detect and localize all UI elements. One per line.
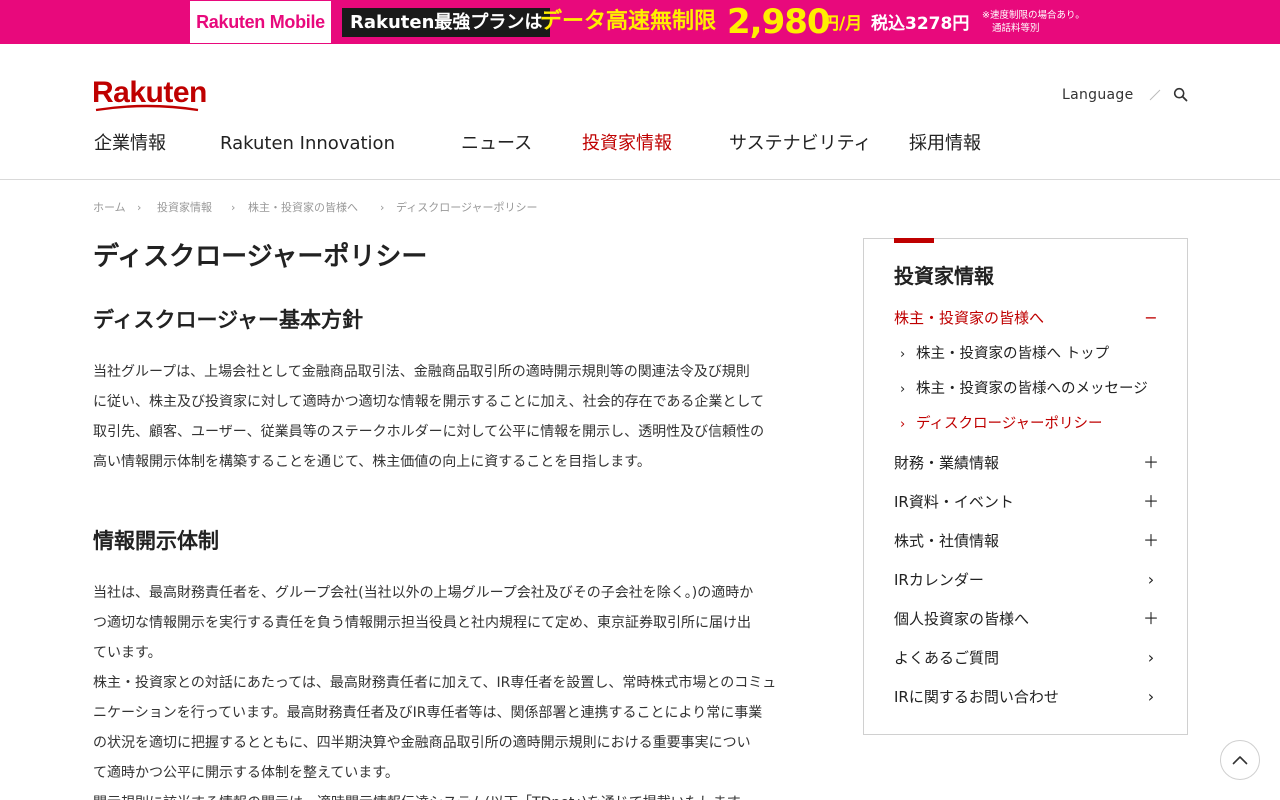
sidebar-nav: 投資家情報 株主・投資家の皆様へ − › 株主・投資家の皆様へ トップ › 株主・投… [863, 238, 1188, 735]
sidebar-subitem-label: ディスクロージャーポリシー [916, 416, 1103, 432]
chevron-right-icon: › [900, 382, 906, 397]
sidebar-subitem-label: 株主・投資家の皆様へ トップ [916, 346, 1110, 362]
sidebar-title[interactable]: 投資家情報 [894, 259, 994, 293]
paragraph-line: 開示規則に該当する情報の開示は、適時開示情報伝達システム(以下「TDnet」)を… [93, 788, 803, 800]
sidebar-item-financials[interactable]: 財務・業績情報 ＋ [894, 451, 1159, 475]
search-icon[interactable] [1173, 87, 1188, 102]
paragraph-line: て適時かつ公平に開示する体制を整えています。 [93, 765, 399, 781]
paragraph-line: 株主・投資家との対話にあたっては、最高財務責任者に加えて、IR専任者を設置し、常… [93, 675, 777, 691]
banner-note-line1: ※速度制限の場合あり。 [982, 10, 1085, 21]
sidebar-item-stock-bonds[interactable]: 株式・社債情報 ＋ [894, 529, 1159, 553]
scroll-to-top-button[interactable] [1220, 740, 1260, 780]
breadcrumb-chevron-icon: › [380, 201, 385, 214]
section-heading-disclosure-policy: ディスクロージャー基本方針 [93, 308, 364, 332]
chevron-up-icon [1232, 756, 1248, 765]
sidebar-item-label: 株式・社債情報 [894, 532, 1000, 550]
breadcrumb-chevron-icon: › [137, 201, 142, 214]
banner-brand-logo: Rakuten Mobile [190, 1, 331, 43]
paragraph-line: ています。 [93, 645, 162, 661]
page-title: ディスクロージャーポリシー [93, 242, 428, 272]
sidebar-item-label: IRに関するお問い合わせ [894, 688, 1059, 706]
banner-headline: データ高速無制限 [540, 9, 717, 34]
chevron-right-icon: › [1147, 648, 1155, 667]
collapse-icon[interactable]: − [1143, 306, 1159, 330]
paragraph-line: の状況を適切に把握するとともに、四半期決算や金融商品取引所の適時開示規則における… [93, 735, 751, 751]
sidebar-accent-bar [894, 238, 934, 243]
paragraph-line: 当社グループは、上場会社として金融商品取引法、金融商品取引所の適時開示規則等の関… [93, 364, 750, 380]
banner-tax-price: 税込3278円 [871, 14, 970, 34]
sidebar-item-label: 財務・業績情報 [894, 454, 1000, 472]
chevron-right-icon: › [1147, 687, 1155, 706]
breadcrumb-shareholders[interactable]: 株主・投資家の皆様へ [248, 199, 358, 217]
breadcrumb-investor-relations[interactable]: 投資家情報 [157, 199, 212, 217]
paragraph-line: 当社は、最高財務責任者を、グループ会社(当社以外の上場グループ会社及びその子会社… [93, 585, 754, 601]
divider-slash-icon [1149, 89, 1161, 101]
sidebar-item-shareholders[interactable]: 株主・投資家の皆様へ − [894, 306, 1159, 330]
nav-item-investor-relations[interactable]: 投資家情報 [582, 130, 672, 158]
breadcrumb-chevron-icon: › [231, 201, 236, 214]
header-divider [0, 179, 1280, 180]
expand-icon[interactable]: ＋ [1143, 490, 1159, 514]
language-selector[interactable]: Language [1062, 86, 1134, 104]
banner-note: ※速度制限の場合あり。 通話料等別 [982, 9, 1085, 35]
expand-icon[interactable]: ＋ [1143, 529, 1159, 553]
sidebar-subitem-top[interactable]: › 株主・投資家の皆様へ トップ [900, 343, 1109, 365]
paragraph-line: つ適切な情報開示を実行する責任を負う情報開示担当役員と社内規程にて定め、東京証券… [93, 615, 751, 631]
nav-item-corporate[interactable]: 企業情報 [94, 130, 166, 158]
expand-icon[interactable]: ＋ [1143, 451, 1159, 475]
paragraph-line: 高い情報開示体制を構築することを通じて、株主価値の向上に資することを目指します。 [93, 454, 651, 470]
paragraph-line: 取引先、顧客、ユーザー、従業員等のステークホルダーに対して公平に情報を開示し、透… [93, 424, 765, 440]
sidebar-item-ir-materials[interactable]: IR資料・イベント ＋ [894, 490, 1159, 514]
expand-icon[interactable]: ＋ [1143, 607, 1159, 631]
nav-item-careers[interactable]: 採用情報 [909, 130, 981, 158]
section-heading-disclosure-system: 情報開示体制 [93, 529, 219, 553]
sidebar-item-faq[interactable]: よくあるご質問 › [894, 646, 1159, 670]
sidebar-item-ir-calendar[interactable]: IRカレンダー › [894, 568, 1159, 592]
chevron-right-icon: › [1147, 570, 1155, 589]
nav-item-news[interactable]: ニュース [461, 130, 532, 158]
section-body-disclosure-policy: 当社グループは、上場会社として金融商品取引法、金融商品取引所の適時開示規則等の関… [93, 357, 803, 477]
sidebar-item-label: 株主・投資家の皆様へ [894, 309, 1045, 327]
banner-plan-label: Rakuten最強プランは [342, 8, 551, 37]
sidebar-item-individual-investors[interactable]: 個人投資家の皆様へ ＋ [894, 607, 1159, 631]
sidebar-item-ir-contact[interactable]: IRに関するお問い合わせ › [894, 685, 1159, 709]
sidebar-subitem-label: 株主・投資家の皆様へのメッセージ [916, 381, 1148, 397]
sidebar-item-label: よくあるご質問 [894, 649, 1000, 667]
chevron-right-icon: › [900, 347, 906, 362]
sidebar-subitem-message[interactable]: › 株主・投資家の皆様へのメッセージ [900, 378, 1148, 400]
banner-price-unit: 円/月 [822, 14, 863, 34]
chevron-right-icon: › [900, 417, 906, 432]
banner-note-line2: 通話料等別 [992, 23, 1040, 34]
sidebar-item-label: IR資料・イベント [894, 493, 1014, 511]
nav-item-rakuten-innovation[interactable]: Rakuten Innovation [220, 130, 395, 158]
banner-price: 2,980 [727, 2, 831, 42]
sidebar-item-label: IRカレンダー [894, 571, 984, 589]
sidebar-subitem-disclosure-policy[interactable]: › ディスクロージャーポリシー [900, 413, 1102, 435]
section-body-disclosure-system: 当社は、最高財務責任者を、グループ会社(当社以外の上場グループ会社及びその子会社… [93, 578, 803, 800]
paragraph-line: ニケーションを行っています。最高財務責任者及びIR専任者等は、関係部署と連携する… [93, 705, 763, 721]
sidebar-item-label: 個人投資家の皆様へ [894, 610, 1030, 628]
breadcrumb-home[interactable]: ホーム [93, 199, 126, 217]
logo-swoosh-icon [95, 104, 199, 112]
nav-item-sustainability[interactable]: サステナビリティ [729, 130, 872, 158]
paragraph-line: に従い、株主及び投資家に対して適時かつ適切な情報を開示することに加え、社会的存在… [93, 394, 765, 410]
breadcrumb-current: ディスクロージャーポリシー [396, 201, 538, 214]
promo-banner[interactable]: Rakuten Mobile Rakuten最強プランは データ高速無制限 2,… [0, 0, 1280, 44]
